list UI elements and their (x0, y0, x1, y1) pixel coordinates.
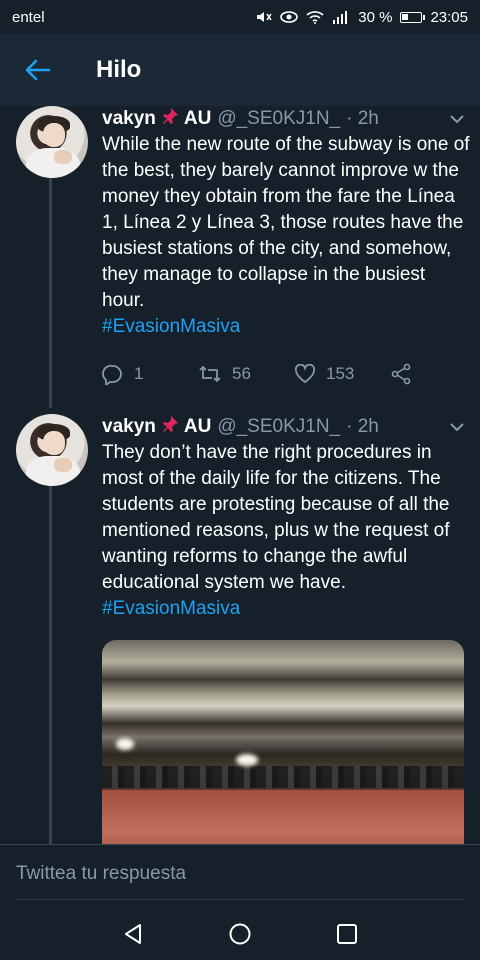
page-title: Hilo (96, 56, 142, 83)
nav-back-button[interactable] (113, 914, 153, 954)
tweet-text: While the new route of the subway is one… (102, 134, 470, 311)
battery-icon (400, 11, 426, 23)
tweet-text: They don’t have the right procedures in … (102, 442, 450, 593)
retweet-icon (199, 366, 221, 382)
reply-count: 1 (134, 364, 144, 383)
wifi-icon (306, 11, 324, 24)
like-count: 153 (326, 364, 355, 383)
status-bar: entel 30 % 23:05 (0, 0, 480, 34)
like-button[interactable]: 153 (294, 364, 390, 384)
back-button[interactable] (20, 52, 56, 88)
circle-home-icon (229, 923, 251, 945)
carrier-label: entel (12, 8, 45, 26)
thread-feed[interactable]: vakyn AU @_SE0KJ1N_ · 2h While the new r… (0, 106, 480, 844)
status-icons: 30 % 23:05 (254, 9, 468, 26)
hashtag-link[interactable]: #EvasionMasiva (102, 314, 470, 340)
tweet-body: They don’t have the right procedures in … (102, 440, 470, 622)
clock: 23:05 (430, 8, 468, 26)
tweet-actions: 1 56 153 (102, 360, 462, 388)
chevron-down-icon[interactable] (448, 110, 466, 128)
tweet[interactable]: vakyn AU @_SE0KJ1N_ · 2h While the new r… (0, 106, 480, 406)
avatar[interactable] (16, 414, 88, 486)
triangle-back-icon (125, 924, 142, 944)
signal-icon (333, 11, 348, 24)
tweet-header: vakyn AU @_SE0KJ1N_ · 2h (102, 106, 442, 132)
nav-home-button[interactable] (220, 914, 260, 954)
tweet-header: vakyn AU @_SE0KJ1N_ · 2h (102, 414, 442, 440)
retweet-count: 56 (232, 364, 251, 383)
tweet-time: · 2h (346, 416, 379, 437)
battery-percent: 30 % (358, 8, 393, 26)
reply-input-underline (16, 899, 464, 900)
reply-icon (102, 364, 122, 385)
author-handle[interactable]: @_SE0KJ1N_ (217, 416, 340, 438)
reply-button[interactable]: 1 (102, 363, 198, 385)
author-handle[interactable]: @_SE0KJ1N_ (217, 108, 340, 130)
retweet-button[interactable]: 56 (198, 364, 294, 384)
share-button[interactable] (390, 363, 412, 385)
arrow-left-icon (25, 59, 51, 81)
tweet-media-image[interactable] (102, 640, 464, 844)
author-name-suffix: AU (183, 108, 212, 129)
system-nav-bar (0, 908, 480, 960)
square-recents-icon (336, 924, 357, 944)
pushpin-icon (161, 415, 179, 439)
eye-icon (280, 11, 299, 23)
tweet-body: While the new route of the subway is one… (102, 132, 470, 340)
author-name[interactable]: vakyn (102, 416, 156, 438)
share-icon (391, 363, 411, 385)
avatar[interactable] (16, 106, 88, 178)
reply-input[interactable]: Twittea tu respuesta (16, 863, 186, 885)
pushpin-icon (161, 107, 179, 131)
author-name[interactable]: vakyn (102, 108, 156, 130)
chevron-down-icon[interactable] (448, 418, 466, 436)
tweet-time: · 2h (346, 108, 379, 129)
tweet[interactable]: vakyn AU @_SE0KJ1N_ · 2h They don’t have… (0, 414, 480, 844)
nav-recents-button[interactable] (327, 914, 367, 954)
app-header: Hilo (0, 34, 480, 107)
mute-icon (257, 12, 272, 22)
author-name-suffix: AU (183, 416, 212, 437)
reply-composer: Twittea tu respuesta (0, 844, 480, 908)
heart-icon (294, 364, 316, 384)
hashtag-link[interactable]: #EvasionMasiva (102, 596, 470, 622)
